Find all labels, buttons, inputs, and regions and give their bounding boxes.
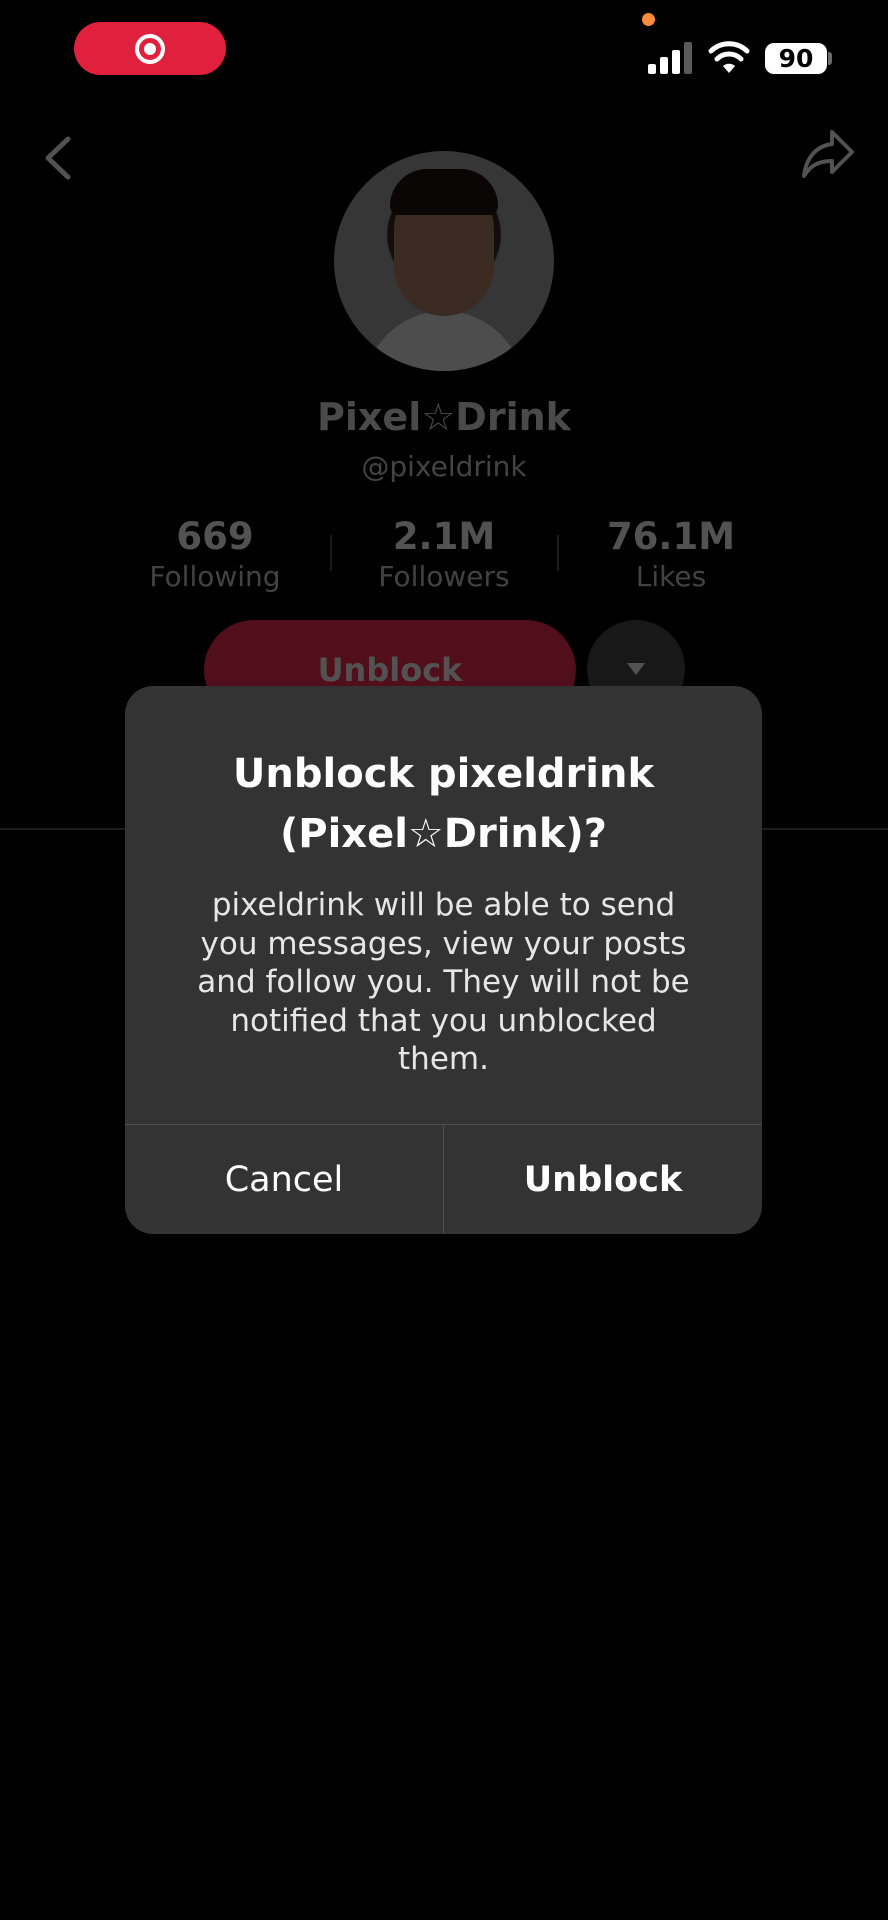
dialog-title: Unblock pixeldrink (Pixel☆Drink)? bbox=[232, 751, 655, 857]
share-arrow-icon[interactable] bbox=[800, 128, 856, 180]
screen-record-indicator[interactable] bbox=[74, 22, 226, 75]
back-chevron-icon[interactable] bbox=[42, 135, 74, 181]
battery-level: 90 bbox=[778, 44, 814, 73]
followers-label: Followers bbox=[378, 560, 510, 593]
stat-divider bbox=[557, 535, 559, 571]
battery-icon: 90 bbox=[765, 43, 827, 74]
likes-label: Likes bbox=[635, 560, 707, 593]
followers-count: 2.1M bbox=[392, 515, 496, 558]
cellular-signal-icon bbox=[648, 42, 692, 74]
caret-down-icon bbox=[627, 663, 645, 675]
likes-count: 76.1M bbox=[606, 515, 736, 558]
wifi-icon bbox=[708, 41, 750, 73]
stat-following[interactable]: 669 Following bbox=[115, 515, 315, 593]
username: @pixeldrink bbox=[361, 450, 527, 483]
cancel-button[interactable]: Cancel bbox=[125, 1125, 443, 1234]
battery-tip bbox=[828, 52, 832, 65]
following-label: Following bbox=[149, 560, 281, 593]
stat-followers[interactable]: 2.1M Followers bbox=[344, 515, 544, 593]
stat-divider bbox=[330, 535, 332, 571]
confirm-unblock-button[interactable]: Unblock bbox=[444, 1125, 762, 1234]
unblock-confirmation-dialog: Unblock pixeldrink (Pixel☆Drink)? pixeld… bbox=[125, 686, 762, 1234]
stat-likes[interactable]: 76.1M Likes bbox=[571, 515, 771, 593]
screen-record-icon bbox=[135, 33, 165, 64]
display-name: Pixel☆Drink bbox=[317, 395, 571, 439]
privacy-indicator-dot bbox=[642, 13, 655, 26]
following-count: 669 bbox=[176, 515, 254, 558]
avatar[interactable] bbox=[334, 151, 554, 371]
dialog-message: pixeldrink will be able to send you mess… bbox=[197, 887, 690, 1077]
